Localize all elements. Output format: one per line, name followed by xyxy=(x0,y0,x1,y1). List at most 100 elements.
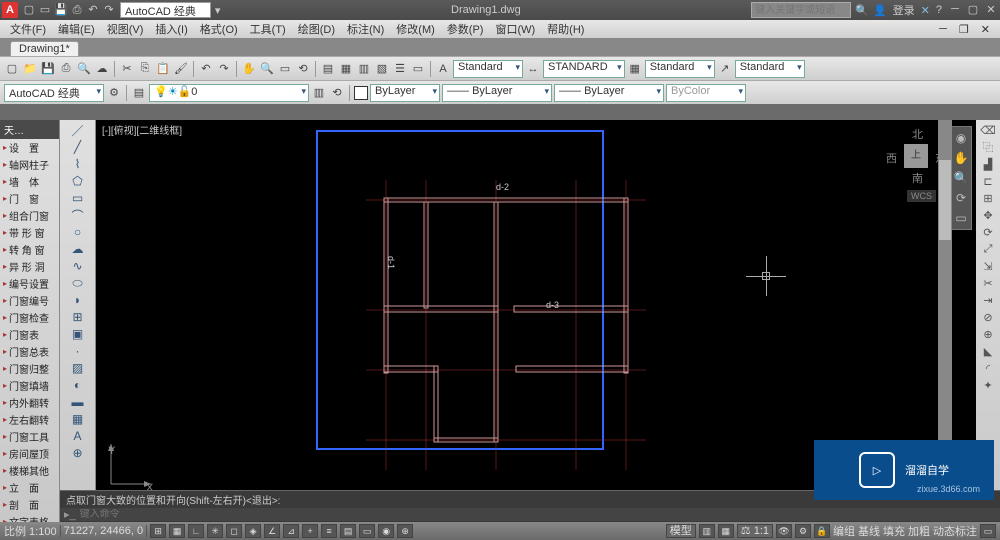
palette-item-5[interactable]: 带 形 窗 xyxy=(0,224,59,241)
status-scale[interactable]: 比例 1:100 xyxy=(4,523,57,539)
menu-modify[interactable]: 修改(M) xyxy=(392,21,439,37)
viewport-label[interactable]: [-][俯视][二维线框] xyxy=(102,122,182,137)
nav-pan-icon[interactable]: ✋ xyxy=(954,151,969,165)
scrollbar-thumb[interactable] xyxy=(939,160,951,240)
preview-icon[interactable]: 🔍 xyxy=(76,61,92,77)
redo-btn-icon[interactable]: ↷ xyxy=(216,61,232,77)
lineweight-combo[interactable]: —— ByLayer xyxy=(554,84,664,102)
palette-item-20[interactable]: 立 面 xyxy=(0,479,59,496)
table-icon[interactable]: ▦ xyxy=(70,411,86,427)
nav-showmotion-icon[interactable]: ▭ xyxy=(955,211,966,225)
palette-item-2[interactable]: 墙 体 xyxy=(0,173,59,190)
nav-wheel-icon[interactable]: ◉ xyxy=(956,131,966,145)
layer-combo[interactable]: 💡☀🔓0 xyxy=(149,84,309,102)
dyn-icon[interactable]: + xyxy=(302,524,318,538)
paste-icon[interactable]: 📋 xyxy=(155,61,171,77)
status-annovis-icon[interactable]: 👁 xyxy=(776,524,792,538)
color-swatch[interactable] xyxy=(354,86,368,100)
palette-item-19[interactable]: 楼梯其他 xyxy=(0,462,59,479)
qcalc-icon[interactable]: ▭ xyxy=(410,61,426,77)
new-icon[interactable]: ▢ xyxy=(22,3,36,17)
spline-icon[interactable]: ∿ xyxy=(70,258,86,274)
workspace-selector[interactable]: AutoCAD 经典 xyxy=(120,2,211,18)
stretch-icon[interactable]: ⇲ xyxy=(980,258,996,274)
close-icon[interactable]: ✕ xyxy=(984,3,998,17)
menu-dimension[interactable]: 标注(N) xyxy=(343,21,388,37)
open-icon[interactable]: ▭ xyxy=(38,3,52,17)
grid-icon[interactable]: ▦ xyxy=(169,524,185,538)
array-icon[interactable]: ⊞ xyxy=(980,190,996,206)
redo-icon[interactable]: ↷ xyxy=(102,3,116,17)
palette-item-16[interactable]: 左右翻转 xyxy=(0,411,59,428)
status-qv-icon[interactable]: ▦ xyxy=(718,524,734,538)
viewcube-west[interactable]: 西 xyxy=(886,150,897,166)
copy-icon[interactable]: ⎘ xyxy=(137,61,153,77)
open-file-icon[interactable]: 📁 xyxy=(22,61,38,77)
palette-item-22[interactable]: 文字表格 xyxy=(0,513,59,522)
point-icon[interactable]: · xyxy=(70,343,86,359)
cut-icon[interactable]: ✂ xyxy=(119,61,135,77)
copy-obj-icon[interactable]: ⿻ xyxy=(980,139,996,155)
match-icon[interactable]: 🖌 xyxy=(173,61,189,77)
gradient-icon[interactable]: ◐ xyxy=(70,377,86,393)
doc-minimize-icon[interactable]: ─ xyxy=(935,23,951,36)
ducs-icon[interactable]: ⊿ xyxy=(283,524,299,538)
palette-item-12[interactable]: 门窗总表 xyxy=(0,343,59,360)
save-icon[interactable]: 💾 xyxy=(54,3,68,17)
status-fill[interactable]: 填充 xyxy=(883,523,905,539)
menu-window[interactable]: 窗口(W) xyxy=(491,21,539,37)
status-layout-icon[interactable]: ▥ xyxy=(699,524,715,538)
doc-tab-drawing1[interactable]: Drawing1* xyxy=(10,41,79,56)
wcs-label[interactable]: WCS xyxy=(907,190,936,202)
status-lock-icon[interactable]: 🔒 xyxy=(814,524,830,538)
nav-orbit-icon[interactable]: ⟳ xyxy=(956,191,966,205)
palette-item-21[interactable]: 剖 面 xyxy=(0,496,59,513)
doc-restore-icon[interactable]: ❐ xyxy=(955,23,973,36)
zoom-rt-icon[interactable]: 🔍 xyxy=(259,61,275,77)
trim-icon[interactable]: ✂ xyxy=(980,275,996,291)
login-link[interactable]: 登录 xyxy=(893,2,915,18)
palette-item-9[interactable]: 门窗编号 xyxy=(0,292,59,309)
status-model[interactable]: 模型 xyxy=(666,524,696,538)
menu-format[interactable]: 格式(O) xyxy=(196,21,242,37)
block-icon[interactable]: ▣ xyxy=(70,326,86,342)
mtext-icon[interactable]: A xyxy=(70,428,86,444)
dim-style-combo[interactable]: STANDARD xyxy=(543,60,625,78)
osnap-icon[interactable]: ◻ xyxy=(226,524,242,538)
app-logo[interactable]: A xyxy=(2,2,18,18)
line-icon[interactable]: ／ xyxy=(70,122,86,138)
mleader-style-combo[interactable]: Standard xyxy=(735,60,805,78)
plot-icon[interactable]: ⎙ xyxy=(58,61,74,77)
save-file-icon[interactable]: 💾 xyxy=(40,61,56,77)
status-annoscale[interactable]: ⚖ 1:1 xyxy=(737,524,773,538)
ortho-icon[interactable]: ∟ xyxy=(188,524,204,538)
new-file-icon[interactable]: ▢ xyxy=(4,61,20,77)
view-cube[interactable]: 北 南 东 西 上 xyxy=(886,126,946,186)
user-icon[interactable]: 👤 xyxy=(873,4,887,17)
undo-icon[interactable]: ↶ xyxy=(86,3,100,17)
layer-states-icon[interactable]: ▥ xyxy=(311,85,327,101)
menu-file[interactable]: 文件(F) xyxy=(6,21,50,37)
break-icon[interactable]: ⊘ xyxy=(980,309,996,325)
status-ws-icon[interactable]: ⚙ xyxy=(795,524,811,538)
ellipse-arc-icon[interactable]: ◗ xyxy=(70,292,86,308)
help-icon[interactable]: ? xyxy=(936,4,942,16)
viewcube-north[interactable]: 北 xyxy=(912,126,923,142)
extend-icon[interactable]: ⇥ xyxy=(980,292,996,308)
xline-icon[interactable]: ╱ xyxy=(70,139,86,155)
dimstyle-icon[interactable]: ↔ xyxy=(525,61,541,77)
text-style-combo[interactable]: Standard xyxy=(453,60,523,78)
3dosnap-icon[interactable]: ◈ xyxy=(245,524,261,538)
pline-icon[interactable]: ⌇ xyxy=(70,156,86,172)
menu-help[interactable]: 帮助(H) xyxy=(543,21,588,37)
offset-icon[interactable]: ⊏ xyxy=(980,173,996,189)
palette-item-13[interactable]: 门窗归整 xyxy=(0,360,59,377)
polar-icon[interactable]: ✳ xyxy=(207,524,223,538)
insert-icon[interactable]: ⊞ xyxy=(70,309,86,325)
workspace-combo[interactable]: AutoCAD 经典 xyxy=(4,84,104,102)
status-clean-icon[interactable]: ▭ xyxy=(980,524,996,538)
ellipse-icon[interactable]: ⬭ xyxy=(70,275,86,291)
textstyle-icon[interactable]: A xyxy=(435,61,451,77)
status-group[interactable]: 编组 xyxy=(833,523,855,539)
viewcube-top[interactable]: 上 xyxy=(904,144,928,168)
